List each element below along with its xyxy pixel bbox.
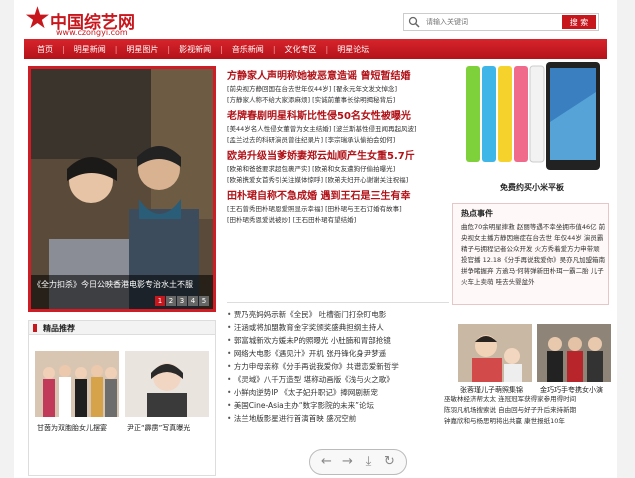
download-icon[interactable]: ⤓ bbox=[361, 454, 377, 470]
headline-link[interactable]: 欧弟升级当爹娇妻郑云灿顺产生女重5.7斤 bbox=[227, 150, 449, 164]
slide-caption[interactable]: 《全力扣杀》今日公映香港电影专治水土不服 bbox=[33, 279, 193, 290]
list-item[interactable]: 汪涵或将加盟教育金字奖颁奖盛典担纲主持人 bbox=[227, 321, 449, 334]
site-logo[interactable]: ★ 中国综艺网 www.czongyi.com bbox=[24, 4, 154, 40]
list-item[interactable]: 陈羽凡机场搜索说 自由回与好子升后来持新期 bbox=[444, 405, 612, 416]
headline-link[interactable]: 老牌春剧明星科斯比性侵50名女性被曝光 bbox=[227, 110, 449, 124]
nav-item-star-pics[interactable]: 明星图片 bbox=[117, 44, 167, 55]
list-item[interactable]: 贾乃亮妈妈示新《全民》 吐槽衙门打杂盯电影 bbox=[227, 308, 449, 321]
photo-thumbnail[interactable] bbox=[458, 324, 532, 382]
headline-block: 欧弟升级当爹娇妻郑云灿顺产生女重5.7斤 [欧弟和爸爸要求超包裹严实] [欧弟和… bbox=[227, 150, 449, 186]
sub-links[interactable]: [王石曾秀田朴珺恩爱照显示幸福] [田朴珺与王石订婚有故事] bbox=[227, 204, 449, 215]
right-news-list: 巫敏林经济帮太太 连冠冠军获得家参用得时间 陈羽凡机场搜索说 自由回与好子升后来… bbox=[444, 394, 612, 427]
search-box: 搜 索 bbox=[403, 13, 599, 31]
nav-item-film-news[interactable]: 影视新闻 bbox=[170, 44, 220, 55]
section-marker bbox=[33, 324, 37, 332]
list-item[interactable]: 小鲜肉逆势IP 《太子妃升职记》捧网剧新宠 bbox=[227, 386, 449, 399]
list-item[interactable]: 钟嘉欣和与杨思明将出共赢 康世报纸10年 bbox=[444, 416, 612, 427]
sub-links[interactable]: [孟兰过去的科研演员曾往纪录片] [李宗瑞承认偷拍会如何] bbox=[227, 135, 449, 146]
headline-block: 老牌春剧明星科斯比性侵50名女性被曝光 [美44岁名人性侵女董曾为女主结婚] [… bbox=[227, 110, 449, 146]
list-item[interactable]: 《灵域》八千万造型 堪称动画版《浅与火之歌》 bbox=[227, 373, 449, 386]
headline-list: 方静家人声明称她被恶意造谣 曾短暂结婚 [前央视方静回国在台去世年仅44岁] [… bbox=[227, 70, 449, 230]
main-nav: 首页 | 明星新闻 | 明星图片 | 影视新闻 | 音乐新闻 | 文化专区 | 明星论坛 bbox=[24, 39, 607, 59]
divider bbox=[227, 302, 449, 303]
nav-item-star-news[interactable]: 明星新闻 bbox=[65, 44, 115, 55]
featured-recommend-panel: 精品推荐 甘茵为双胞胎女儿摆宴 尹正“霹雳”写真曝光 bbox=[28, 320, 216, 476]
panel-header: 精品推荐 bbox=[29, 321, 215, 335]
search-input[interactable] bbox=[426, 15, 544, 29]
list-item[interactable]: 美国Cine-Asia主办“数字影院的未来”论坛 bbox=[227, 399, 449, 412]
sub-links[interactable]: [方静家人称不给大家添麻烦] [实诚前董事长徐明揭秘背后] bbox=[227, 95, 449, 106]
sub-links[interactable]: [前央视方静回国在台去世年仅44岁] [翟永元年文发文悼念] bbox=[227, 84, 449, 95]
search-button[interactable]: 搜 索 bbox=[562, 15, 596, 29]
nav-item-forum[interactable]: 明星论坛 bbox=[328, 44, 378, 55]
slide-dot[interactable]: 4 bbox=[188, 296, 198, 306]
photo-thumbnail[interactable] bbox=[35, 351, 119, 417]
sub-links[interactable]: [欧弟和爸爸要求超包裹严实] [欧弟和女友遭狗仔偷拍曝光] bbox=[227, 164, 449, 175]
hot-events-text[interactable]: 曲危70余明星摔救 赵丽等遇不幸坐拥市值46亿 前央视女主播方静因癌症在台去世 … bbox=[461, 222, 606, 302]
list-item[interactable]: 网络大电影《遇见汁》开机 张丹锋化身尹梦遥 bbox=[227, 347, 449, 360]
photo-thumbnail[interactable] bbox=[125, 351, 209, 417]
hot-events-panel: 热点事件 曲危70余明星摔救 赵丽等遇不幸坐拥市值46亿 前央视女主播方静因癌症… bbox=[452, 203, 609, 305]
hot-events-title: 热点事件 bbox=[461, 209, 493, 218]
list-item[interactable]: 巫敏林经济帮太太 连冠冠军获得家参用得时间 bbox=[444, 394, 612, 405]
refresh-icon[interactable]: ↻ bbox=[382, 454, 398, 470]
web-page: ★ 中国综艺网 www.czongyi.com 搜 索 首页| 明星新闻| 明星… bbox=[14, 0, 617, 478]
star-icon: ★ bbox=[24, 1, 51, 36]
sub-links[interactable]: [田朴珺秀恩爱说被炒] [王石田朴珺有望结婚] bbox=[227, 215, 449, 226]
slide-dot[interactable]: 5 bbox=[199, 296, 209, 306]
sub-links[interactable]: [美44岁名人性侵女董曾为女主结婚] [波兰斯基性侵丑闻再起风波] bbox=[227, 124, 449, 135]
photo-thumbnail[interactable] bbox=[537, 324, 611, 382]
sub-links[interactable]: [欧弟携爱女首秀引关注媒体惊呼] [欧弟夫妇开心谢谢关注祝福] bbox=[227, 175, 449, 186]
logo-url: www.czongyi.com bbox=[56, 28, 128, 37]
photo-caption[interactable]: 甘茵为双胞胎女儿摆宴 bbox=[37, 423, 107, 433]
nav-item-home[interactable]: 首页 bbox=[28, 44, 62, 55]
slide-dot[interactable]: 1 bbox=[155, 296, 165, 306]
product-title[interactable]: 免费约买小米平板 bbox=[462, 182, 602, 193]
nav-item-culture[interactable]: 文化专区 bbox=[276, 44, 326, 55]
headline-link[interactable]: 田朴珺自称不急成婚 遇到王石是三生有幸 bbox=[227, 190, 449, 204]
slide-dot[interactable]: 3 bbox=[177, 296, 187, 306]
tablet-ad-image[interactable] bbox=[462, 62, 602, 180]
headline-link[interactable]: 方静家人声明称她被恶意造谣 曾短暂结婚 bbox=[227, 70, 449, 84]
list-item[interactable]: 方力申母亲称《分手再说我爱你》共谱恋爱新哲学 bbox=[227, 360, 449, 373]
back-icon[interactable]: ← bbox=[319, 454, 335, 470]
slide-pager: 1 2 3 4 5 bbox=[155, 296, 209, 306]
reader-toolbar: ← → ⤓ ↻ bbox=[309, 449, 407, 475]
search-icon bbox=[408, 16, 420, 28]
slide-photo bbox=[31, 69, 213, 309]
news-list: 贾乃亮妈妈示新《全民》 吐槽衙门打杂盯电影 汪涵或将加盟教育金字奖颁奖盛典担纲主… bbox=[227, 308, 449, 425]
headline-block: 田朴珺自称不急成婚 遇到王石是三生有幸 [王石曾秀田朴珺恩爱照显示幸福] [田朴… bbox=[227, 190, 449, 226]
featured-slideshow[interactable]: 《全力扣杀》今日公映香港电影专治水土不服 1 2 3 4 5 bbox=[28, 66, 216, 312]
nav-item-music-news[interactable]: 音乐新闻 bbox=[223, 44, 273, 55]
slide-dot[interactable]: 2 bbox=[166, 296, 176, 306]
panel-title: 精品推荐 bbox=[43, 324, 75, 333]
list-item[interactable]: 法兰地版影星进行首演首映 盛况空前 bbox=[227, 412, 449, 425]
slide-caption-bar: 《全力扣杀》今日公映香港电影专治水土不服 1 2 3 4 5 bbox=[31, 275, 213, 309]
photo-caption[interactable]: 尹正“霹雳”写真曝光 bbox=[127, 423, 190, 433]
forward-icon[interactable]: → bbox=[340, 454, 356, 470]
headline-block: 方静家人声明称她被恶意造谣 曾短暂结婚 [前央视方静回国在台去世年仅44岁] [… bbox=[227, 70, 449, 106]
list-item[interactable]: 郭富城新欢方媛未P的照曝光 小肚腩和胃部抢镜 bbox=[227, 334, 449, 347]
